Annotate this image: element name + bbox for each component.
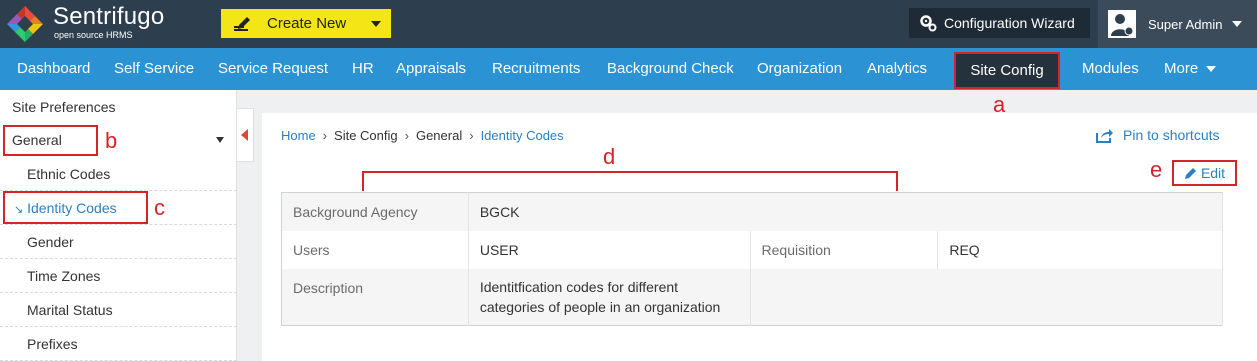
brand-name: Sentrifugo [53,3,165,30]
sidebar-item-gender[interactable]: Gender [0,225,237,259]
nav-service-request[interactable]: Service Request [218,48,328,90]
table-row: Description Identitfication codes for di… [281,268,1224,326]
background-agency-label: Background Agency [281,192,469,231]
background-agency-value: BGCK [468,192,1224,231]
breadcrumb-separator: › [469,128,474,143]
table-row: Users USER Requisition REQ [281,230,1223,269]
sidebar-item-time-zones[interactable]: Time Zones [0,259,237,293]
pencil-icon [1184,167,1196,179]
user-name: Super Admin [1148,16,1223,32]
share-arrow-icon [1096,128,1113,143]
breadcrumb-general[interactable]: General [416,128,462,143]
nav-self-service[interactable]: Self Service [114,48,194,90]
nav-more-label: More [1164,60,1199,77]
nav-dashboard[interactable]: Dashboard [17,48,90,90]
nav-modules[interactable]: Modules [1082,48,1139,90]
user-menu[interactable]: Super Admin [1098,0,1257,48]
users-label: Users [281,230,469,269]
nav-appraisals[interactable]: Appraisals [396,48,466,90]
identity-codes-details-table: Background Agency BGCK Users USER Requis… [281,192,1224,326]
breadcrumb-separator: › [404,128,409,143]
breadcrumb-home[interactable]: Home [281,128,316,143]
main-nav: Dashboard Self Service Service Request H… [0,48,1257,90]
user-avatar-icon [1108,10,1136,38]
requisition-value: REQ [937,230,1223,269]
sidebar-item-marital-status[interactable]: Marital Status [0,293,237,327]
requisition-label: Requisition [750,230,939,269]
annotation-bracket-d [362,171,898,191]
brand-subtitle: open source HRMS [54,30,133,40]
sidebar-item-ethnic-codes[interactable]: Ethnic Codes [0,157,237,191]
breadcrumb-identity-codes[interactable]: Identity Codes [481,128,564,143]
description-label: Description [281,268,469,326]
create-new-label: Create New [267,15,347,32]
nav-analytics[interactable]: Analytics [867,48,927,90]
chevron-down-icon [371,20,381,27]
nav-recruitments[interactable]: Recruitments [492,48,580,90]
breadcrumb: Home › Site Config › General › Identity … [281,128,564,143]
nav-organization[interactable]: Organization [757,48,842,90]
top-bar: Sentrifugo open source HRMS Create New C… [0,0,1257,48]
sidebar-title[interactable]: Site Preferences [0,90,237,124]
sidebar-item-prefixes[interactable]: Prefixes [0,327,237,361]
nav-more[interactable]: More [1164,48,1217,90]
sentrifugo-logo-icon[interactable] [5,4,45,44]
gears-icon [920,15,937,32]
table-row: Background Agency BGCK [281,192,1224,231]
edit-button[interactable]: Edit [1172,160,1237,186]
pin-to-shortcuts-link[interactable]: Pin to shortcuts [1096,127,1220,143]
edit-label: Edit [1200,165,1226,181]
nav-hr[interactable]: HR [352,48,374,90]
breadcrumb-separator: › [322,128,328,143]
nav-site-config[interactable]: Site Config [954,52,1060,89]
pin-to-shortcuts-label: Pin to shortcuts [1123,127,1220,143]
users-value: USER [468,230,751,269]
annotation-b: b [105,128,118,153]
pencil-note-icon [234,16,250,31]
annotation-box-c [3,191,148,224]
caret-down-icon [216,137,224,143]
annotation-e: e [1150,157,1163,182]
chevron-down-icon [1206,66,1217,73]
annotation-c: c [154,195,165,220]
annotation-a: a [993,92,1006,117]
annotation-box-b [3,125,98,156]
configuration-wizard-button[interactable]: Configuration Wizard [909,8,1090,38]
breadcrumb-site-config[interactable]: Site Config [334,128,398,143]
sidebar-collapse-toggle[interactable] [237,108,254,162]
empty-cell [750,268,1224,326]
annotation-d: d [603,144,616,169]
nav-background-check[interactable]: Background Check [607,48,734,90]
chevron-down-icon [1232,21,1243,27]
configuration-wizard-label: Configuration Wizard [944,15,1075,31]
create-new-button[interactable]: Create New [221,9,391,38]
description-value: Identitfication codes for different cate… [468,268,751,326]
